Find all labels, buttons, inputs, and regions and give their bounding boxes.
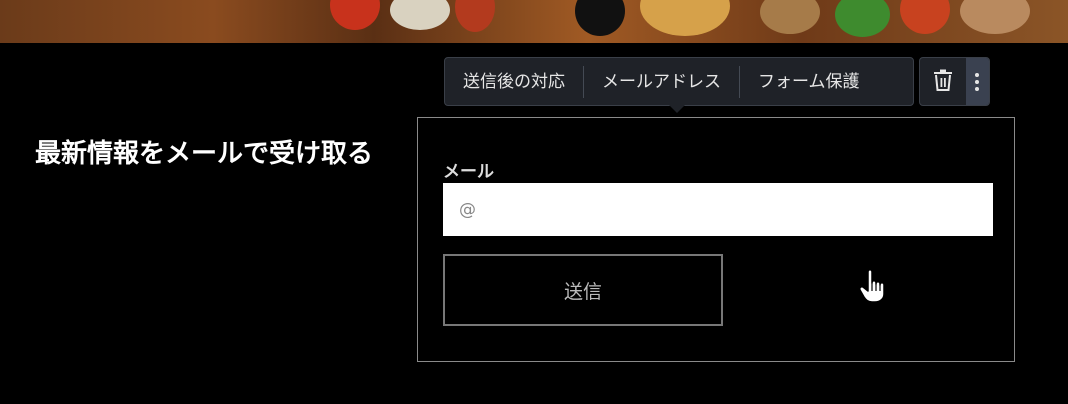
submit-button[interactable]: 送信 — [443, 254, 723, 326]
toolbar-after-submit[interactable]: 送信後の対応 — [445, 66, 583, 98]
delete-button[interactable] — [920, 58, 966, 105]
block-toolbar: 送信後の対応 メールアドレス フォーム保護 — [444, 57, 914, 106]
email-field[interactable] — [443, 183, 993, 236]
toolbar-form-protection[interactable]: フォーム保護 — [740, 66, 878, 98]
hand-cursor-icon — [858, 268, 890, 308]
toolbar-pointer — [669, 105, 685, 113]
page-heading: 最新情報をメールで受け取る — [35, 139, 374, 169]
email-label: メール — [443, 162, 494, 182]
toolbar-email-address[interactable]: メールアドレス — [584, 66, 739, 98]
trash-icon — [933, 69, 953, 95]
block-actions-toolbar — [919, 57, 990, 106]
banner-image — [0, 0, 1068, 43]
more-vertical-icon — [975, 72, 980, 77]
more-options-button[interactable] — [965, 58, 989, 105]
